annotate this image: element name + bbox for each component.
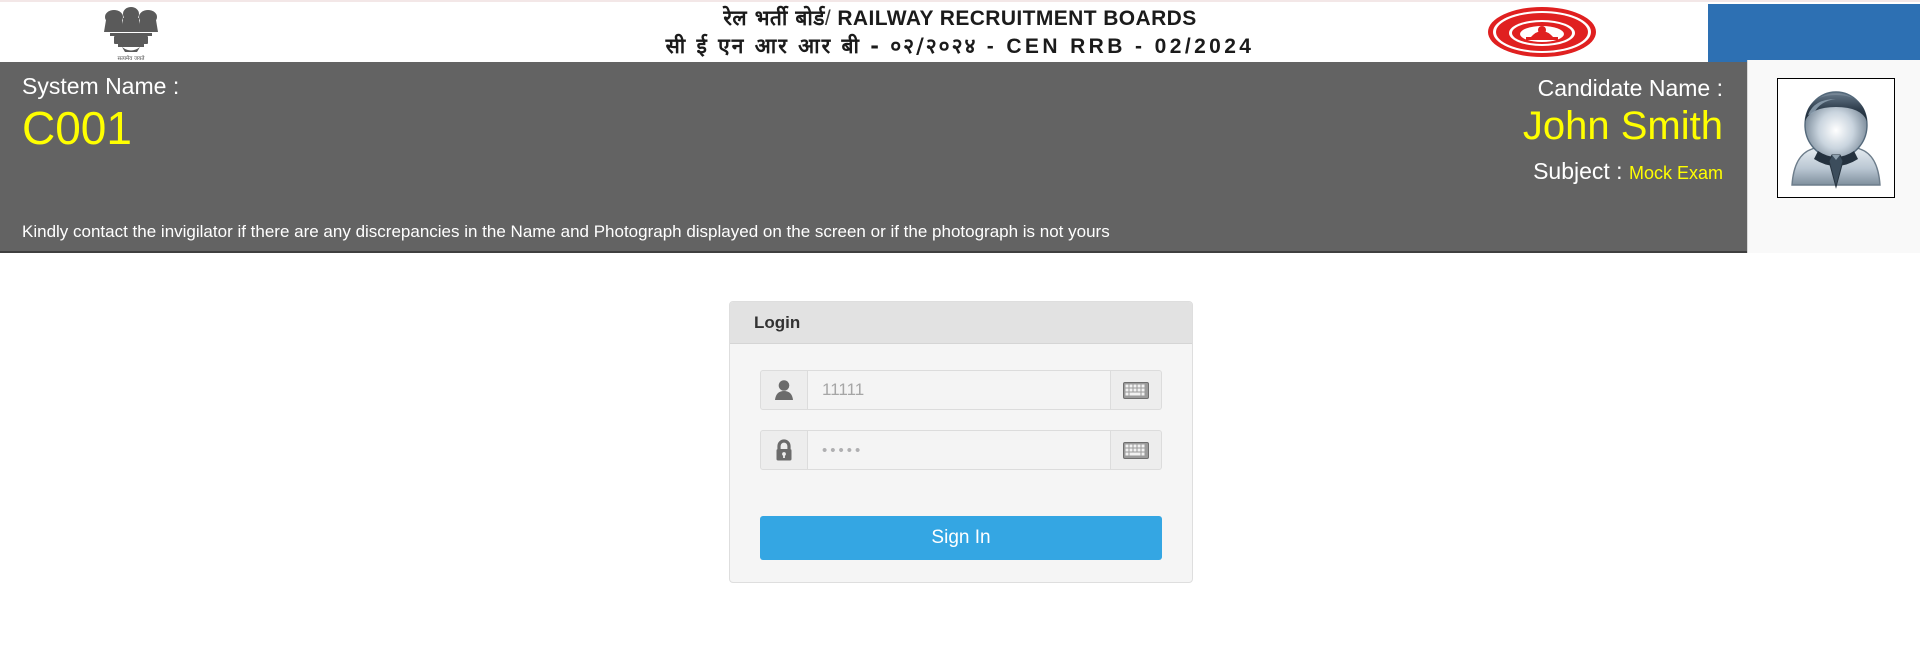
- exam-code-separator: -: [986, 35, 998, 58]
- banner-title-separator: /: [824, 7, 832, 30]
- exam-code-english: CEN RRB - 02/2024: [1006, 35, 1255, 58]
- banner-title-line-2: सी ई एन आर आर बी - ०२/२०२४ - CEN RRB - 0…: [0, 32, 1920, 61]
- banner-title-block: रेल भर्ती बोर्ड/ RAILWAY RECRUITMENT BOA…: [0, 5, 1920, 61]
- svg-text:सत्यमेव जयते: सत्यमेव जयते: [117, 55, 145, 62]
- exam-banner: सत्यमेव जयते रेल भर्ती बोर्ड/ RAILWAY RE…: [0, 0, 1920, 62]
- password-input[interactable]: •••••: [808, 430, 1110, 470]
- user-icon: [760, 370, 808, 410]
- banner-title-line-1: रेल भर्ती बोर्ड/ RAILWAY RECRUITMENT BOA…: [0, 5, 1920, 32]
- password-virtual-keyboard-button[interactable]: [1110, 430, 1162, 470]
- sign-in-button[interactable]: Sign In: [760, 516, 1162, 560]
- ashoka-lion-capital-emblem: सत्यमेव जयते: [88, 4, 174, 62]
- candidate-photo-placeholder-icon: [1777, 78, 1895, 198]
- banner-title-english: RAILWAY RECRUITMENT BOARDS: [837, 7, 1197, 30]
- login-panel-title: Login: [754, 312, 801, 332]
- candidate-photo-panel: [1747, 60, 1920, 253]
- discrepancy-notice: Kindly contact the invigilator if there …: [22, 222, 1110, 241]
- subject-label: Subject :: [1533, 158, 1623, 184]
- candidate-name-value: John Smith: [1522, 104, 1723, 148]
- login-panel: Login 11111 ••••• Sign In: [729, 301, 1193, 583]
- system-info-block: System Name : C001: [22, 72, 179, 154]
- system-name-value: C001: [22, 102, 132, 154]
- login-panel-body: •••••: [730, 344, 1192, 582]
- username-field-row: [760, 370, 1162, 410]
- candidate-details-block: Candidate Name : John Smith Subject : Mo…: [1523, 74, 1723, 188]
- username-virtual-keyboard-button[interactable]: [1110, 370, 1162, 410]
- username-input[interactable]: [808, 370, 1110, 410]
- lock-icon: [760, 430, 808, 470]
- login-stage: Login 11111 ••••• Sign In: [0, 253, 1920, 664]
- candidate-name-label: Candidate Name :: [1537, 75, 1723, 101]
- exam-code-hindi: सी ई एन आर आर बी - ०२/२०२४: [665, 34, 978, 58]
- password-field-row: •••••: [760, 430, 1162, 470]
- sign-in-button-wrap: Sign In: [760, 490, 1162, 560]
- banner-title-hindi: रेल भर्ती बोर्ड: [723, 6, 825, 30]
- system-name-label: System Name :: [22, 73, 180, 99]
- indian-railways-seal-icon: [1486, 4, 1598, 60]
- banner-blue-accent-block: [1708, 4, 1920, 62]
- subject-line: Subject : Mock Exam: [1523, 156, 1723, 188]
- login-panel-header: Login: [730, 302, 1192, 344]
- candidate-info-bar: System Name : C001 Kindly contact the in…: [0, 60, 1920, 253]
- subject-value: Mock Exam: [1628, 163, 1723, 183]
